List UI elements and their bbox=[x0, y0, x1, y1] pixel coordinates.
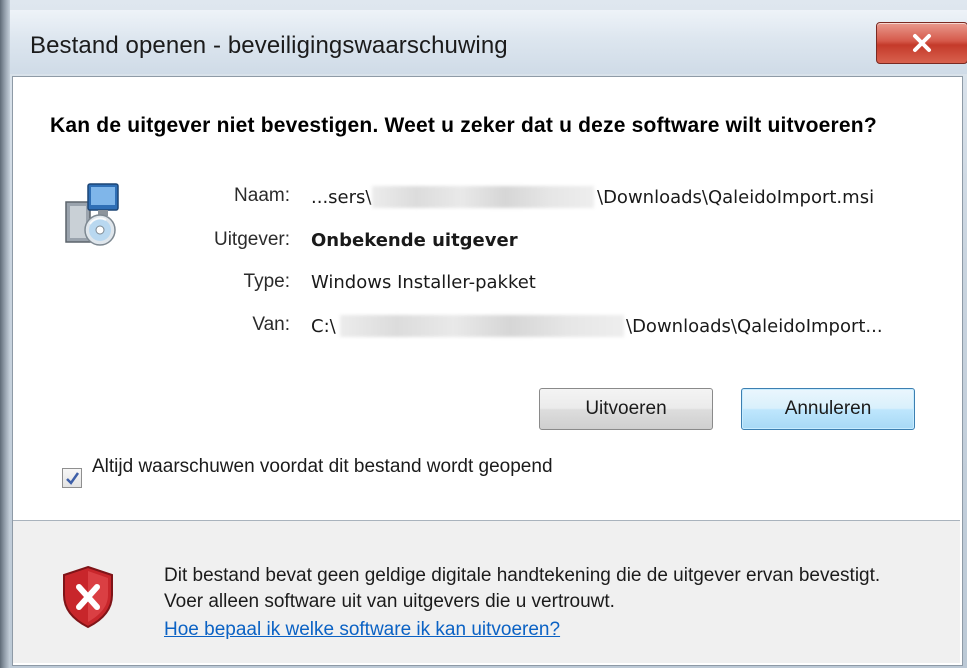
help-link[interactable]: Hoe bepaal ik welke software ik kan uitv… bbox=[164, 617, 560, 643]
from-value-suffix: \Downloads\QaleidoImport... bbox=[626, 316, 883, 337]
checkmark-icon bbox=[66, 472, 80, 485]
from-label: Van: bbox=[252, 314, 290, 335]
always-warn-label[interactable]: Altijd waarschuwen voordat dit bestand w… bbox=[92, 453, 612, 480]
name-value-suffix: \Downloads\QaleidoImport.msi bbox=[597, 187, 875, 208]
cancel-button[interactable]: Annuleren bbox=[741, 388, 915, 430]
type-label: Type: bbox=[243, 271, 290, 292]
type-value: Windows Installer-pakket bbox=[311, 272, 536, 293]
publisher-label: Uitgever: bbox=[213, 229, 290, 250]
window-title: Bestand openen - beveiligingswaarschuwin… bbox=[30, 32, 508, 59]
close-button[interactable] bbox=[876, 22, 967, 64]
name-redacted bbox=[372, 186, 594, 208]
always-warn-checkbox[interactable] bbox=[62, 468, 82, 488]
window-frame-edge bbox=[0, 0, 10, 668]
from-value-prefix: C:\ bbox=[311, 316, 336, 337]
title-bar[interactable]: Bestand openen - beveiligingswaarschuwin… bbox=[10, 10, 967, 74]
name-value-prefix: ...sers\ bbox=[311, 187, 372, 208]
run-button[interactable]: Uitvoeren bbox=[539, 388, 713, 430]
publisher-value: Onbekende uitgever bbox=[311, 230, 518, 251]
warning-headline: Kan de uitgever niet bevestigen. Weet u … bbox=[50, 114, 877, 137]
from-redacted bbox=[340, 315, 624, 337]
footer-warning-text: Dit bestand bevat geen geldige digitale … bbox=[164, 565, 881, 612]
shield-error-icon bbox=[63, 565, 113, 629]
name-label: Naam: bbox=[234, 185, 290, 206]
close-icon bbox=[913, 34, 931, 52]
